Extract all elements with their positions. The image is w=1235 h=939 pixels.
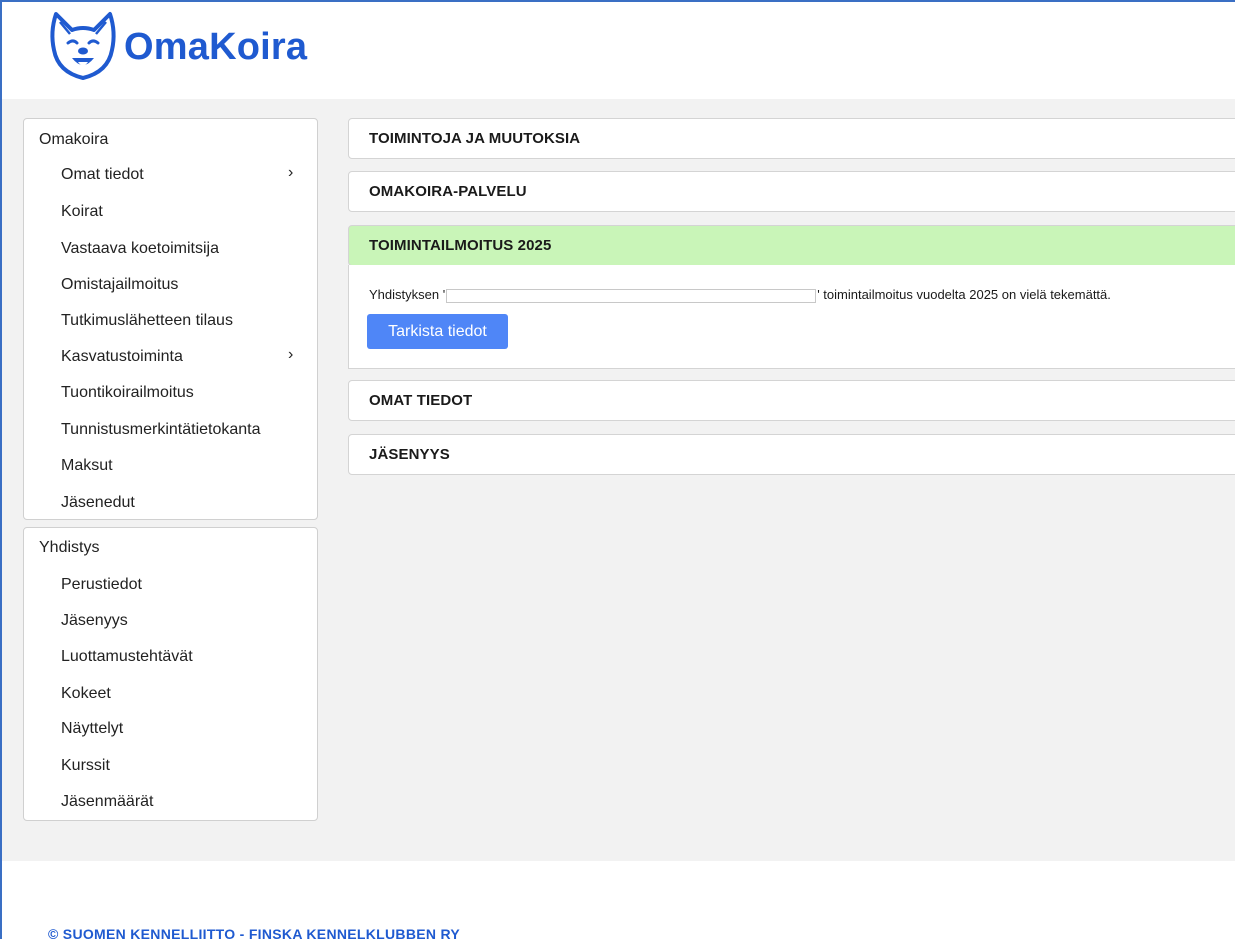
sidebar-item-koirat[interactable]: Koirat <box>61 203 103 221</box>
sidebar-item-tunnistusmerkintatietokanta[interactable]: Tunnistusmerkintätietokanta <box>61 421 261 439</box>
sidebar-item-tuontikoirailmoitus[interactable]: Tuontikoirailmoitus <box>61 384 194 402</box>
sidebar-item-kasvatustoiminta[interactable]: Kasvatustoiminta <box>61 348 183 366</box>
panel-omakoira-palvelu[interactable]: OMAKOIRA-PALVELU <box>348 171 1235 212</box>
panel-omat-tiedot[interactable]: OMAT TIEDOT <box>348 380 1235 421</box>
sidebar-heading-omakoira[interactable]: Omakoira <box>39 131 108 149</box>
panel-toimintoja-ja-muutoksia[interactable]: TOIMINTOJA JA MUUTOKSIA <box>348 118 1235 159</box>
sidebar-yhdistys <box>23 527 318 821</box>
brand-name[interactable]: OmaKoira <box>124 26 307 69</box>
sidebar-item-maksut[interactable]: Maksut <box>61 457 113 475</box>
panel-title[interactable]: OMAKOIRA-PALVELU <box>369 183 527 200</box>
panel-toimintailmoitus-2025[interactable]: TOIMINTAILMOITUS 2025 <box>348 225 1235 266</box>
chevron-right-icon[interactable]: › <box>288 346 293 364</box>
sidebar-item-tutkimuslahetteen-tilaus[interactable]: Tutkimuslähetteen tilaus <box>61 312 233 330</box>
panel-title[interactable]: JÄSENYYS <box>369 446 450 463</box>
sidebar-item-jasenyys[interactable]: Jäsenyys <box>61 612 128 630</box>
notice-text: Yhdistyksen ' ' toimintailmoitus vuodelta… <box>369 287 1111 303</box>
sidebar-heading-yhdistys[interactable]: Yhdistys <box>39 539 99 557</box>
sidebar-item-vastaava-koetoimitsija[interactable]: Vastaava koetoimitsija <box>61 240 219 258</box>
sidebar-item-nayttelyt[interactable]: Näyttelyt <box>61 720 123 738</box>
sidebar-item-jasenedut[interactable]: Jäsenedut <box>61 494 135 512</box>
panel-title[interactable]: TOIMINTOJA JA MUUTOKSIA <box>369 130 580 147</box>
tarkista-tiedot-button[interactable]: Tarkista tiedot <box>367 314 508 349</box>
panel-jasenyys[interactable]: JÄSENYYS <box>348 434 1235 475</box>
panel-title[interactable]: OMAT TIEDOT <box>369 392 472 409</box>
site-header: OmaKoira <box>2 2 1235 99</box>
footer-copyright: © SUOMEN KENNELLIITTO - FINSKA KENNELKLU… <box>48 926 461 939</box>
sidebar-item-perustiedot[interactable]: Perustiedot <box>61 576 142 594</box>
sidebar-item-kokeet[interactable]: Kokeet <box>61 685 111 703</box>
sidebar-item-omat-tiedot[interactable]: Omat tiedot <box>61 166 144 184</box>
panel-title[interactable]: TOIMINTAILMOITUS 2025 <box>369 237 551 254</box>
notice-text-after: ' toimintailmoitus vuodelta 2025 on viel… <box>817 287 1111 302</box>
notice-text-before: Yhdistyksen ' <box>369 287 446 302</box>
sidebar-item-kurssit[interactable]: Kurssit <box>61 757 110 775</box>
sidebar-item-jasenmaarat[interactable]: Jäsenmäärät <box>61 793 154 811</box>
sidebar-item-luottamustehtavat[interactable]: Luottamustehtävät <box>61 648 193 666</box>
sidebar-item-omistajailmoitus[interactable]: Omistajailmoitus <box>61 276 178 294</box>
dog-face-icon[interactable] <box>46 10 120 82</box>
chevron-right-icon[interactable]: › <box>288 164 293 182</box>
redacted-association-name <box>446 288 817 303</box>
